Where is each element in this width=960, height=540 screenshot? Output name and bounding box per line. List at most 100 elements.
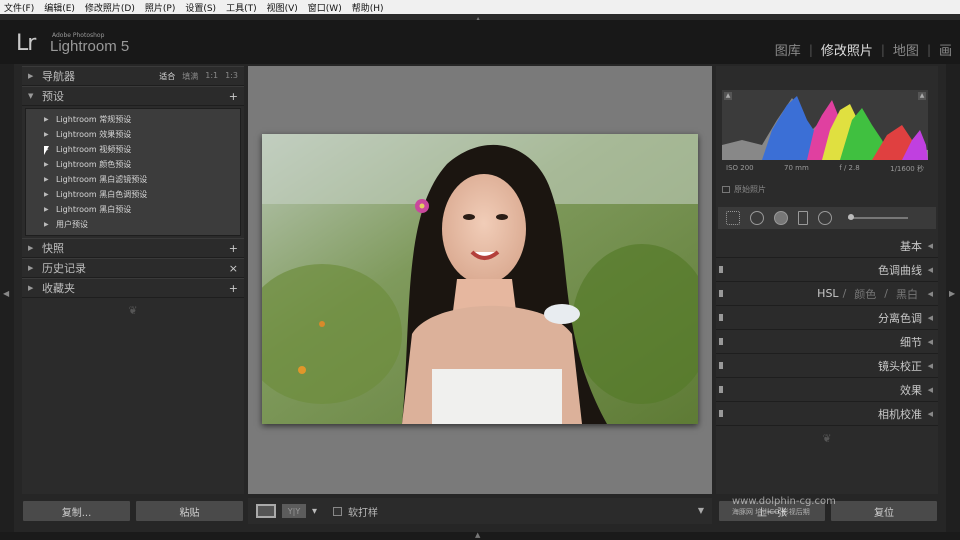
menu-view[interactable]: 视图(V) [267, 1, 298, 14]
section-split-toning[interactable]: 分离色调 ◀ [716, 306, 938, 330]
preset-folder[interactable]: ▶ Lightroom 效果预设 [26, 127, 240, 142]
section-label: 效果 [900, 383, 922, 397]
panel-switch-icon[interactable] [719, 386, 723, 393]
section-lens-corrections[interactable]: 镜头校正 ◀ [716, 354, 938, 378]
zoom-fill[interactable]: 填满 [182, 71, 198, 82]
menu-tools[interactable]: 工具(T) [226, 1, 257, 14]
dropdown-triangle-icon[interactable]: ▾ [312, 506, 317, 517]
folder-triangle-icon: ▶ [44, 176, 49, 183]
preset-folder-label: 用户预设 [56, 220, 88, 229]
module-map[interactable]: 地图 [885, 40, 927, 59]
collapse-triangle-icon: ◀ [927, 265, 933, 274]
menu-help[interactable]: 帮助(H) [352, 1, 384, 14]
history-header[interactable]: ▶ 历史记录 × [22, 258, 244, 278]
menu-settings[interactable]: 设置(S) [185, 1, 216, 14]
aperture-value: f / 2.8 [839, 164, 860, 172]
add-collection-button[interactable]: + [229, 282, 238, 295]
snapshots-title: 快照 [42, 242, 64, 255]
collapsed-triangle-icon: ▶ [28, 264, 34, 272]
add-preset-button[interactable]: + [229, 90, 238, 103]
panel-end-ornament-icon: ❦ [822, 432, 832, 445]
original-photo-checkbox[interactable] [722, 186, 730, 193]
snapshots-header[interactable]: ▶ 快照 + [22, 238, 244, 258]
preset-folder[interactable]: ▶ Lightroom 黑白滤镜预设 [26, 172, 240, 187]
preset-folder[interactable]: ▶ Lightroom 黑白预设 [26, 202, 240, 217]
menu-window[interactable]: 窗口(W) [308, 1, 342, 14]
copy-settings-button[interactable]: 复制... [22, 500, 131, 522]
toolbar-menu-icon[interactable]: ▼ [698, 506, 704, 515]
zoom-fit[interactable]: 适合 [159, 71, 175, 82]
develop-sections: 基本 ◀ 色调曲线 ◀ HSL / 颜色 / 黑白 ◀ 分离色调 ◀ 细节 ◀ 镜头校正 ◀ 效果 ◀… [716, 234, 938, 445]
shadow-clipping-icon[interactable]: ▲ [724, 92, 732, 100]
zoom-1-3[interactable]: 1:3 [225, 71, 238, 82]
reset-button[interactable]: 复位 [830, 500, 938, 522]
presets-header[interactable]: ▼ 预设 + [22, 86, 244, 106]
menu-file[interactable]: 文件(F) [4, 1, 34, 14]
down-arrow-icon[interactable]: ▲ [475, 531, 480, 539]
preset-folder[interactable]: ▶ Lightroom 黑白色调预设 [26, 187, 240, 202]
section-effects[interactable]: 效果 ◀ [716, 378, 938, 402]
collapse-triangle-icon: ◀ [927, 385, 933, 394]
loupe-view-button[interactable] [256, 504, 276, 518]
module-more[interactable]: 画 [931, 40, 960, 59]
histogram-graph [722, 96, 928, 160]
focal-length-value: 70 mm [784, 164, 809, 172]
menu-edit[interactable]: 编辑(E) [44, 1, 75, 14]
preset-folder-label: Lightroom 效果预设 [56, 130, 132, 139]
section-label: 色调曲线 [878, 263, 922, 277]
history-title: 历史记录 [42, 262, 86, 275]
left-panel-toggle[interactable]: ◀ [0, 64, 14, 532]
graduated-filter-icon[interactable] [798, 211, 808, 225]
section-tone-curve[interactable]: 色调曲线 ◀ [716, 258, 938, 282]
bw-tab[interactable]: 黑白 [896, 286, 918, 302]
shutter-value: 1/1600 秒 [890, 165, 924, 173]
collections-header[interactable]: ▶ 收藏夹 + [22, 278, 244, 298]
histogram[interactable]: ▲ ▲ [722, 90, 928, 160]
panel-switch-icon[interactable] [719, 266, 723, 273]
panel-switch-icon[interactable] [719, 290, 723, 297]
divider: / [842, 287, 847, 300]
highlight-clipping-icon[interactable]: ▲ [918, 92, 926, 100]
section-hsl[interactable]: HSL / 颜色 / 黑白 ◀ [716, 282, 938, 306]
photo-preview[interactable] [262, 134, 698, 424]
folder-triangle-icon: ▶ [44, 221, 49, 228]
menu-photo[interactable]: 照片(P) [145, 1, 175, 14]
preset-folder[interactable]: ▶ Lightroom 常规预设 [26, 112, 240, 127]
hsl-tab[interactable]: HSL [817, 287, 838, 300]
paste-settings-button[interactable]: 粘贴 [135, 500, 244, 522]
zoom-1-1[interactable]: 1:1 [205, 71, 218, 82]
before-after-button[interactable]: Y|Y [282, 504, 306, 518]
collapse-triangle-icon: ◀ [927, 313, 933, 322]
softproof-checkbox[interactable] [333, 506, 343, 516]
clear-history-button[interactable]: × [229, 262, 238, 275]
panel-switch-icon[interactable] [719, 314, 723, 321]
adjustment-brush-slider[interactable] [848, 214, 908, 220]
presets-title: 预设 [42, 90, 64, 103]
color-tab[interactable]: 颜色 [854, 286, 876, 302]
collapsed-triangle-icon: ▶ [28, 244, 34, 252]
right-panel-toggle[interactable]: ▶ [946, 64, 960, 532]
left-arrow-icon: ◀ [3, 289, 10, 298]
section-camera-calibration[interactable]: 相机校准 ◀ [716, 402, 938, 426]
module-develop[interactable]: 修改照片 [813, 40, 881, 59]
preset-folder[interactable]: ▶ Lightroom 颜色预设 [26, 157, 240, 172]
section-basic[interactable]: 基本 ◀ [716, 234, 938, 258]
panel-end-ornament-icon: ❦ [128, 304, 138, 317]
add-snapshot-button[interactable]: + [229, 242, 238, 255]
panel-switch-icon[interactable] [719, 338, 723, 345]
preset-folder[interactable]: ▶ 用户预设 [26, 217, 240, 232]
preset-folder[interactable]: ▶ Lightroom 视频预设 [26, 142, 240, 157]
spot-removal-icon[interactable] [750, 211, 764, 225]
menu-develop[interactable]: 修改照片(D) [85, 1, 135, 14]
navigator-header[interactable]: ▶ 导航器 适合 填满 1:1 1:3 [22, 66, 244, 86]
panel-switch-icon[interactable] [719, 362, 723, 369]
collapse-triangle-icon: ◀ [927, 337, 933, 346]
crop-grid-icon[interactable] [726, 211, 740, 225]
radial-filter-icon[interactable] [818, 211, 832, 225]
module-library[interactable]: 图库 [767, 40, 809, 59]
red-eye-icon[interactable] [774, 211, 788, 225]
section-detail[interactable]: 细节 ◀ [716, 330, 938, 354]
original-photo-toggle[interactable]: 原始照片 [722, 184, 766, 195]
panel-switch-icon[interactable] [719, 410, 723, 417]
original-photo-label: 原始照片 [734, 185, 766, 194]
